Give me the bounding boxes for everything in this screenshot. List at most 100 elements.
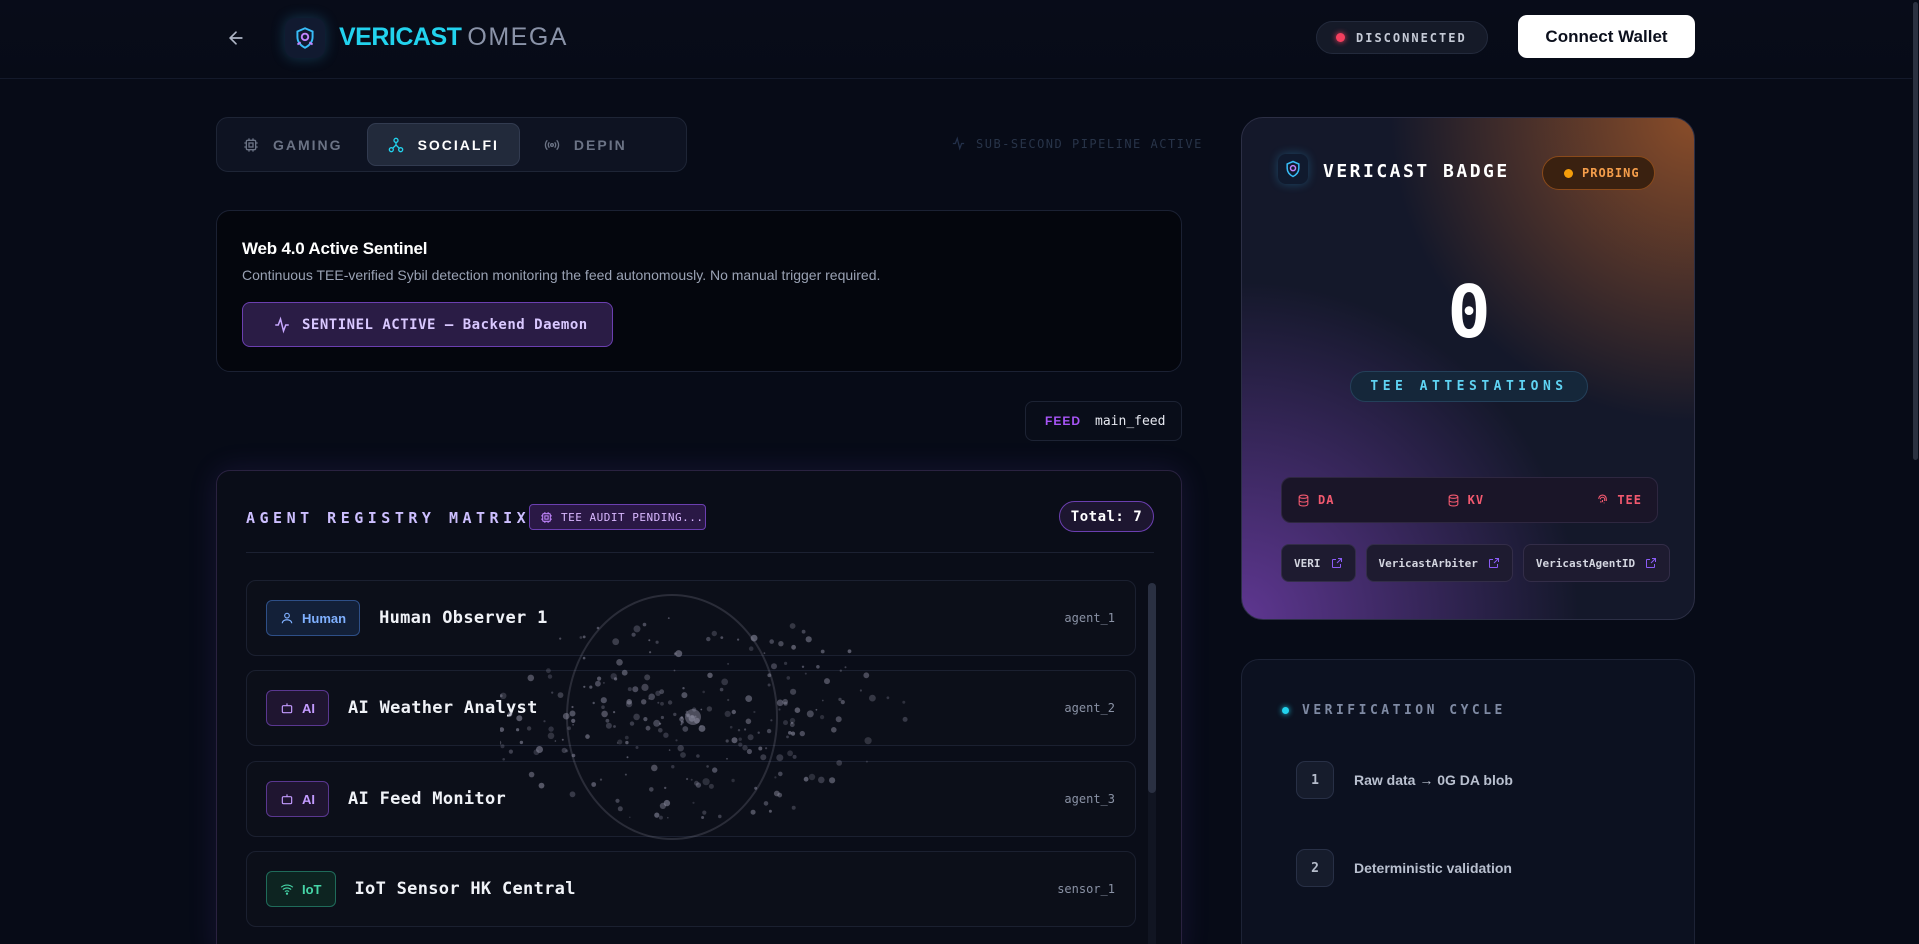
shield-eye-icon	[1286, 160, 1300, 178]
sentinel-title: Web 4.0 Active Sentinel	[242, 239, 428, 258]
tee-audit-badge: TEE AUDIT PENDING...	[529, 504, 706, 530]
agent-registry-panel: AGENT REGISTRY MATRIX TEE AUDIT PENDING.…	[216, 470, 1182, 944]
status-dot-icon	[1336, 33, 1345, 42]
badge-title: VERICAST BADGE	[1323, 161, 1510, 182]
page-scrollbar-thumb[interactable]	[1913, 2, 1918, 460]
step-label: Raw data → 0G DA blob	[1354, 772, 1513, 788]
verification-cycle-panel: VERIFICATION CYCLE 1 Raw data → 0G DA bl…	[1241, 659, 1695, 944]
tab-depin[interactable]: DEPIN	[524, 123, 647, 166]
brand-logo-text: VERICAST OMEGA	[339, 23, 568, 52]
storage-layers: DA KV TEE	[1281, 477, 1658, 523]
tab-label: DEPIN	[573, 136, 627, 153]
step-number: 1	[1296, 761, 1334, 799]
probing-status-badge: PROBING	[1542, 156, 1655, 190]
external-link-icon	[1331, 558, 1342, 568]
database-icon	[1298, 494, 1309, 506]
activity-icon	[952, 136, 965, 151]
agent-type-badge: IoT	[266, 871, 336, 907]
agent-row[interactable]: AI AI Weather Analyst agent_2	[246, 670, 1136, 746]
status-text: DISCONNECTED	[1356, 30, 1467, 45]
contract-label: VERI	[1294, 556, 1321, 570]
tab-label: SOCIALFI	[417, 136, 499, 153]
step-number: 2	[1296, 849, 1334, 887]
probing-label: PROBING	[1582, 166, 1640, 180]
contract-link-agentid[interactable]: VericastAgentID	[1522, 544, 1671, 582]
pipeline-text: SUB-SECOND PIPELINE ACTIVE	[976, 136, 1203, 151]
external-link-icon	[1646, 558, 1657, 568]
shield-eye-icon	[296, 27, 314, 49]
bot-icon	[281, 703, 293, 714]
layer-label: DA	[1318, 493, 1335, 507]
attestation-count: 0	[1447, 270, 1491, 354]
attestation-label: TEE ATTESTATIONS	[1350, 371, 1588, 402]
agent-type-badge: AI	[266, 690, 329, 726]
layer-kv: KV	[1447, 493, 1484, 507]
agent-row[interactable]: IoT IoT Sensor HK Central sensor_1	[246, 851, 1136, 927]
brand-name: VERICAST	[339, 23, 462, 51]
agent-row[interactable]: AI AI Feed Monitor agent_3	[246, 761, 1136, 837]
feed-label: FEED	[1045, 414, 1082, 428]
tab-gaming[interactable]: GAMING	[223, 123, 363, 166]
agent-id: agent_2	[1064, 701, 1115, 715]
agent-id: sensor_1	[1057, 882, 1115, 896]
agent-type-label: AI	[302, 700, 315, 716]
agent-name: AI Weather Analyst	[348, 698, 538, 718]
cycle-dot-icon	[1282, 707, 1289, 714]
external-link-icon	[1488, 558, 1499, 568]
fingerprint-icon	[1598, 494, 1608, 503]
agent-id: agent_1	[1064, 611, 1115, 625]
layer-label: KV	[1467, 493, 1485, 507]
contract-links: VERI VericastArbiter VericastAgentID	[1281, 544, 1671, 582]
network-icon	[388, 137, 403, 152]
cycle-title: VERIFICATION CYCLE	[1282, 703, 1506, 718]
radio-icon	[544, 139, 560, 150]
sentinel-card: Web 4.0 Active Sentinel Continuous TEE-v…	[216, 210, 1182, 372]
activity-icon	[275, 315, 289, 334]
connect-wallet-button[interactable]: Connect Wallet	[1518, 15, 1695, 58]
connection-status: DISCONNECTED	[1316, 21, 1488, 54]
agent-type-label: AI	[302, 791, 315, 807]
domain-tabs: GAMING SOCIALFI DEPIN	[216, 117, 687, 172]
feed-value: main_feed	[1095, 413, 1166, 429]
user-icon	[281, 612, 293, 624]
contract-link-arbiter[interactable]: VericastArbiter	[1365, 544, 1513, 582]
cycle-step: 2 Deterministic validation	[1296, 849, 1512, 887]
layer-tee: TEE	[1596, 493, 1642, 507]
feed-selector[interactable]: FEED main_feed	[1025, 401, 1182, 441]
sentinel-description: Continuous TEE-verified Sybil detection …	[242, 267, 881, 283]
sentinel-button-label: SENTINEL ACTIVE — Backend Daemon	[302, 316, 588, 333]
total-count-badge: Total: 7	[1059, 501, 1154, 532]
agent-type-badge: Human	[266, 600, 361, 636]
agent-name: IoT Sensor HK Central	[354, 879, 576, 899]
registry-title: AGENT REGISTRY MATRIX	[246, 509, 531, 527]
back-button[interactable]	[222, 24, 250, 52]
pipeline-status: SUB-SECOND PIPELINE ACTIVE	[951, 136, 1203, 151]
bot-icon	[281, 794, 293, 805]
database-icon	[1448, 494, 1459, 506]
agent-type-badge: AI	[266, 781, 329, 817]
agent-type-label: Human	[302, 610, 347, 626]
registry-scrollbar-thumb[interactable]	[1148, 583, 1156, 793]
cycle-title-text: VERIFICATION CYCLE	[1302, 703, 1506, 718]
wifi-icon	[280, 884, 294, 895]
logo-mark	[285, 18, 325, 58]
sentinel-active-button[interactable]: SENTINEL ACTIVE — Backend Daemon	[242, 302, 613, 347]
agent-name: AI Feed Monitor	[348, 789, 507, 809]
layer-da: DA	[1297, 493, 1334, 507]
step-label: Deterministic validation	[1354, 860, 1512, 876]
vericast-badge-card: VERICAST BADGE PROBING 0 TEE ATTESTATION…	[1241, 117, 1695, 620]
tab-socialfi[interactable]: SOCIALFI	[366, 123, 520, 166]
probing-dot-icon	[1564, 168, 1573, 178]
contract-link-veri[interactable]: VERI	[1281, 544, 1356, 582]
agent-type-label: IoT	[302, 881, 322, 897]
cycle-step: 1 Raw data → 0G DA blob	[1296, 761, 1513, 799]
badge-logo	[1278, 154, 1308, 184]
cpu-icon	[541, 511, 552, 523]
contract-label: VericastAgentID	[1535, 556, 1636, 570]
agent-name: Human Observer 1	[379, 608, 548, 628]
agent-row[interactable]: Human Human Observer 1 agent_1	[246, 580, 1136, 656]
arrow-left-icon	[229, 31, 243, 45]
cpu-icon	[244, 137, 258, 152]
tab-label: GAMING	[273, 136, 343, 153]
brand-sub: OMEGA	[467, 23, 568, 51]
